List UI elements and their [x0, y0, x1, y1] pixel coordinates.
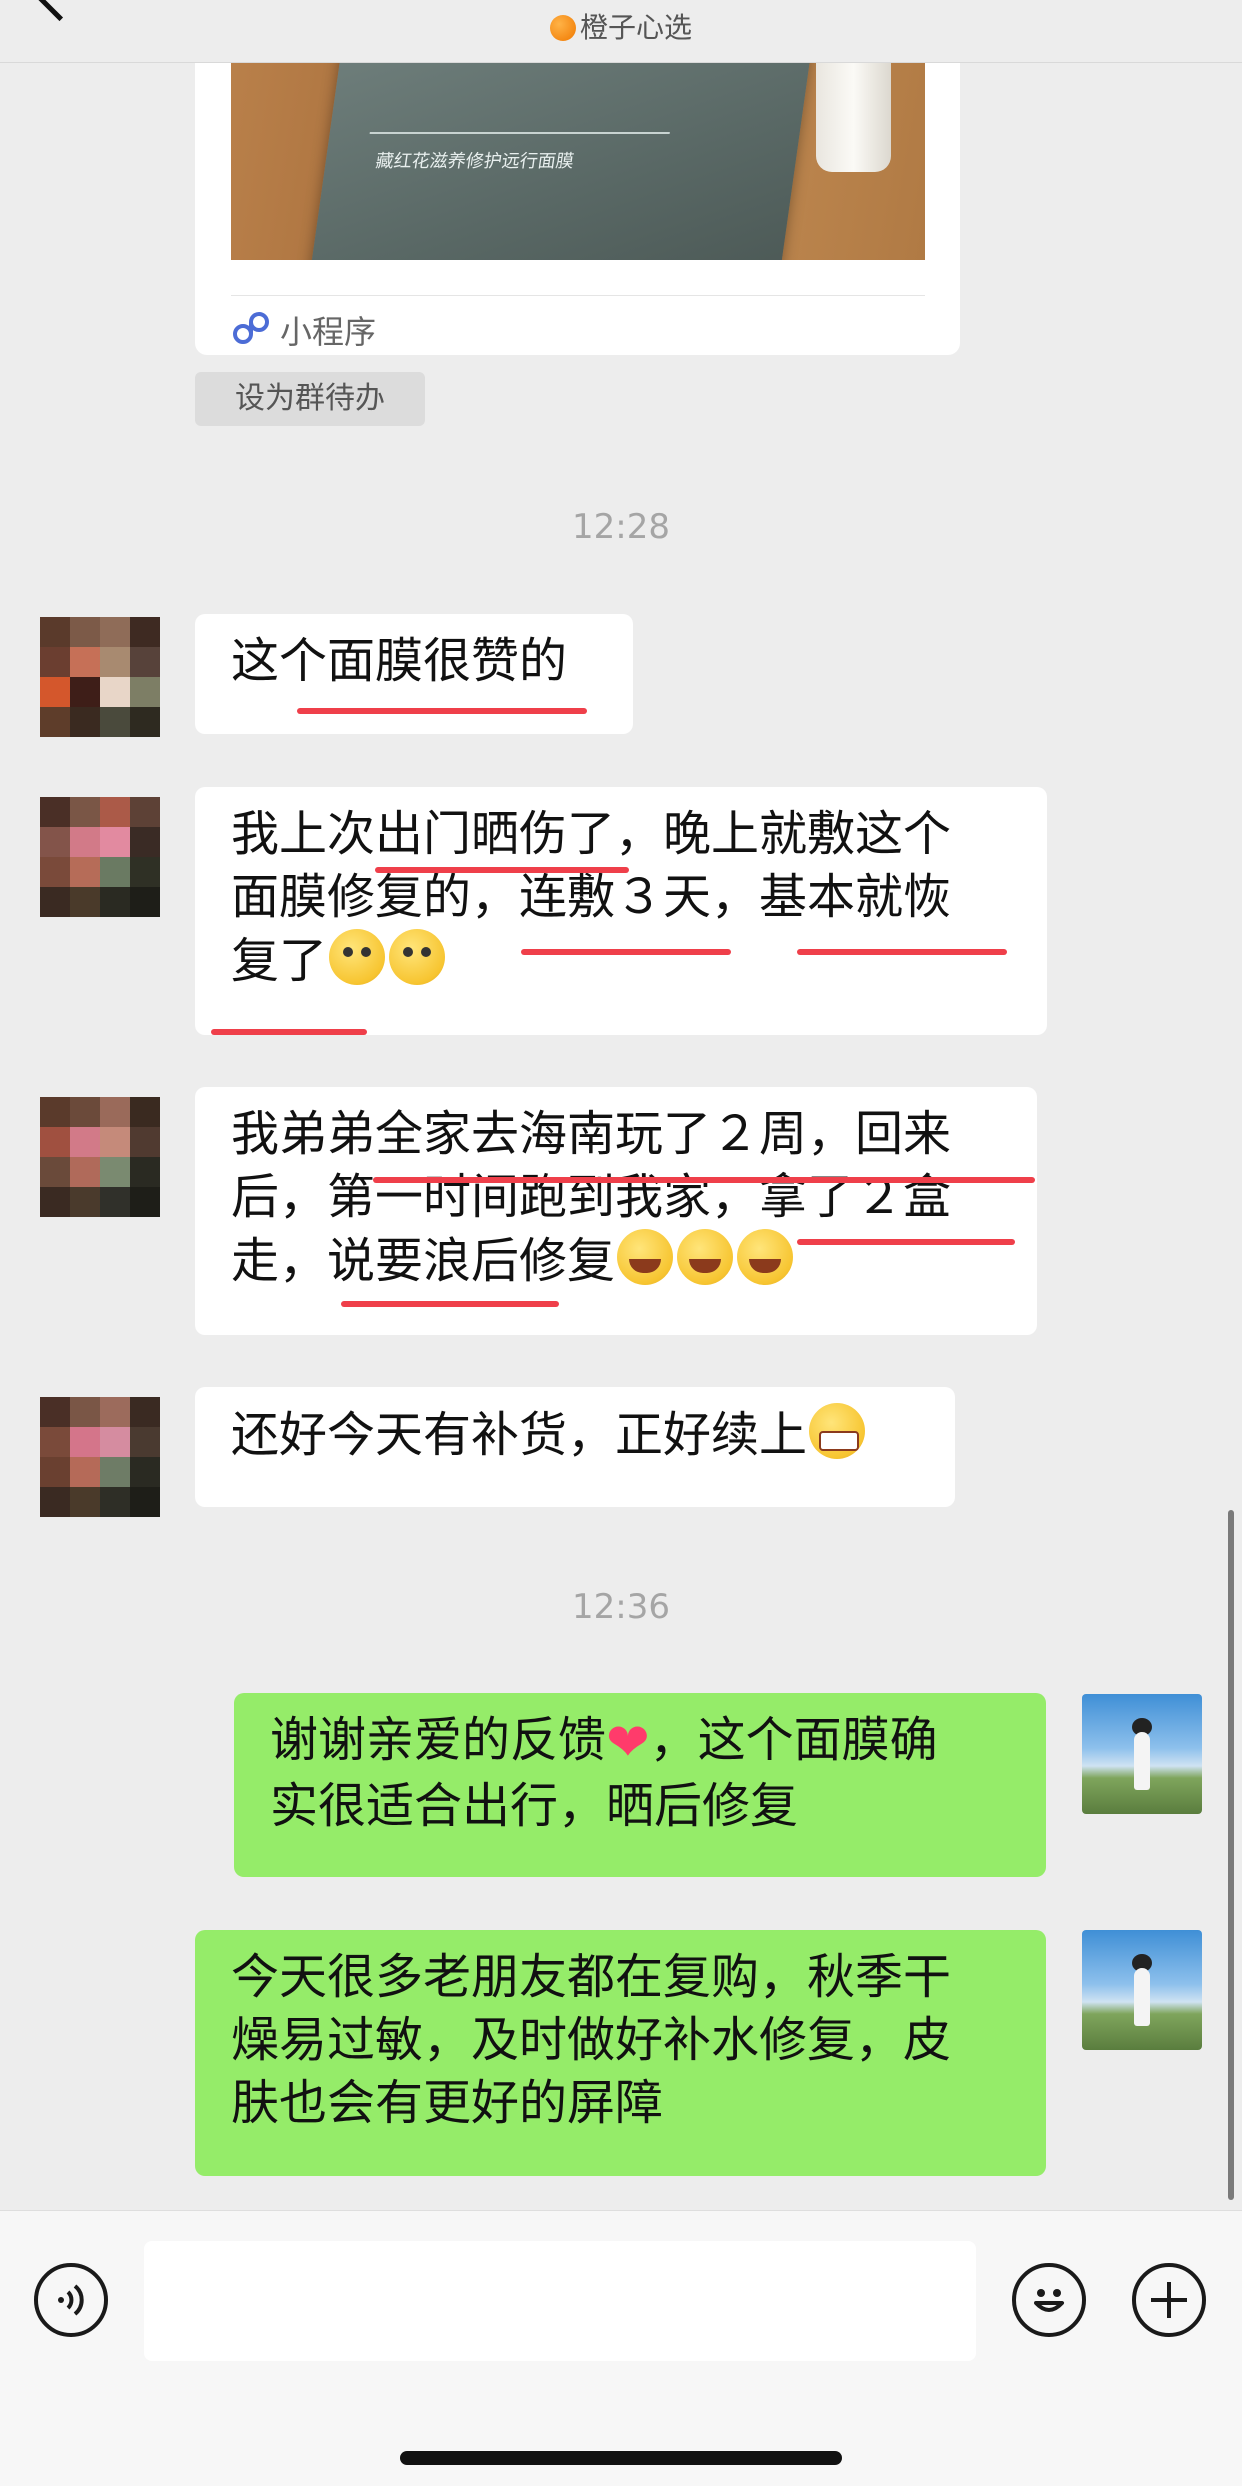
message-line: 面膜修复的，连敷３天，基本就恢 — [231, 869, 952, 925]
underline-mark — [297, 708, 587, 714]
message-line-last: 复了 — [231, 929, 1011, 993]
mini-program-icon — [233, 312, 269, 344]
laughing-tears-emoji — [617, 1229, 674, 1285]
avatar[interactable] — [40, 1397, 160, 1517]
message-bubble-outgoing[interactable]: 今天很多老朋友都在复购，秋季干 燥易过敏，及时做好补水修复，皮 肤也会有更好的屏… — [195, 1930, 1046, 2176]
message-line: 肤也会有更好的屏障 — [231, 2075, 664, 2131]
message-line: 我上次出门晒伤了，晚上就敷这个 — [231, 806, 952, 862]
avatar-person — [1134, 1968, 1150, 2026]
message-bubble[interactable]: 我上次出门晒伤了，晚上就敷这个 面膜修复的，连敷３天，基本就恢 复了 — [195, 787, 1047, 1035]
message-text: 还好今天有补货，正好续上 — [231, 1407, 808, 1463]
card-divider — [231, 295, 925, 296]
avatar-person — [1134, 1732, 1150, 1790]
emoji-icon — [1034, 2289, 1064, 2312]
message-line: 实很适合出行，晒后修复 — [270, 1778, 799, 1834]
grinning-face-emoji — [809, 1403, 866, 1459]
heart-emoji: ❤ — [606, 1713, 650, 1773]
underline-mark — [375, 867, 629, 873]
subtitle-text: 橙子心选 — [579, 11, 692, 44]
underline-mark — [341, 1301, 559, 1307]
input-bar — [0, 2210, 1242, 2486]
plus-icon — [1151, 2282, 1187, 2318]
message-line: 谢谢亲爱的反馈❤，这个面膜确 — [270, 1709, 1010, 1775]
home-indicator — [400, 2451, 842, 2465]
underline-mark — [373, 1177, 1035, 1183]
message-text: 这个面膜很赞的 — [231, 633, 568, 689]
mini-program-label: 小程序 — [280, 313, 377, 351]
chat-subtitle: 橙子心选 — [0, 6, 1242, 46]
voice-button[interactable] — [34, 2263, 108, 2337]
avatar[interactable] — [40, 617, 160, 737]
set-group-todo-button[interactable]: 设为群待办 — [195, 372, 425, 426]
voice-icon — [58, 2284, 84, 2316]
message-input[interactable] — [144, 2241, 976, 2361]
product-box: 藏红花滋养修护远行面膜 — [309, 62, 813, 260]
card-product-image: 藏红花滋养修护远行面膜 — [231, 62, 925, 260]
box-line — [369, 132, 670, 134]
message-line: 我弟弟全家去海南玩了２周，回来 — [231, 1106, 952, 1162]
underline-mark — [211, 1029, 367, 1035]
product-bottle — [816, 62, 891, 172]
chat-header: 橙子心选 — [0, 0, 1242, 63]
underline-mark — [797, 949, 1007, 955]
message-text: 谢谢亲爱的反馈 — [270, 1712, 607, 1768]
underline-mark — [521, 949, 731, 955]
message-line: 今天很多老朋友都在复购，秋季干 — [231, 1949, 952, 2005]
message-line: 燥易过敏，及时做好补水修复，皮 — [231, 2012, 952, 2068]
message-line: 后，第一时间跑到我家，拿了２盒 — [231, 1169, 952, 1225]
pleading-face-emoji — [329, 929, 386, 985]
avatar[interactable] — [40, 797, 160, 917]
message-text: ，这个面膜确 — [649, 1712, 938, 1768]
message-bubble[interactable]: 还好今天有补货，正好续上 — [195, 1387, 955, 1507]
box-text: 藏红花滋养修护远行面膜 — [374, 151, 576, 172]
message-line: 复了 — [231, 933, 328, 989]
plus-button[interactable] — [1132, 2263, 1206, 2337]
timestamp: 12:28 — [572, 507, 670, 547]
orange-icon — [549, 15, 576, 41]
message-bubble[interactable]: 这个面膜很赞的 — [195, 614, 633, 734]
timestamp: 12:36 — [572, 1587, 670, 1627]
message-bubble-outgoing[interactable]: 谢谢亲爱的反馈❤，这个面膜确 实很适合出行，晒后修复 — [234, 1693, 1046, 1877]
avatar[interactable] — [40, 1097, 160, 1217]
message-line: 走，说要浪后修复 — [231, 1233, 616, 1289]
pleading-face-emoji — [389, 929, 446, 985]
my-avatar[interactable] — [1082, 1930, 1202, 2050]
emoji-button[interactable] — [1012, 2263, 1086, 2337]
laughing-tears-emoji — [677, 1229, 734, 1285]
my-avatar[interactable] — [1082, 1694, 1202, 1814]
scrollbar[interactable] — [1228, 1510, 1234, 2200]
message-bubble[interactable]: 我弟弟全家去海南玩了２周，回来 后，第一时间跑到我家，拿了２盒 走，说要浪后修复 — [195, 1087, 1037, 1335]
laughing-tears-emoji — [737, 1229, 794, 1285]
underline-mark — [797, 1239, 1015, 1245]
